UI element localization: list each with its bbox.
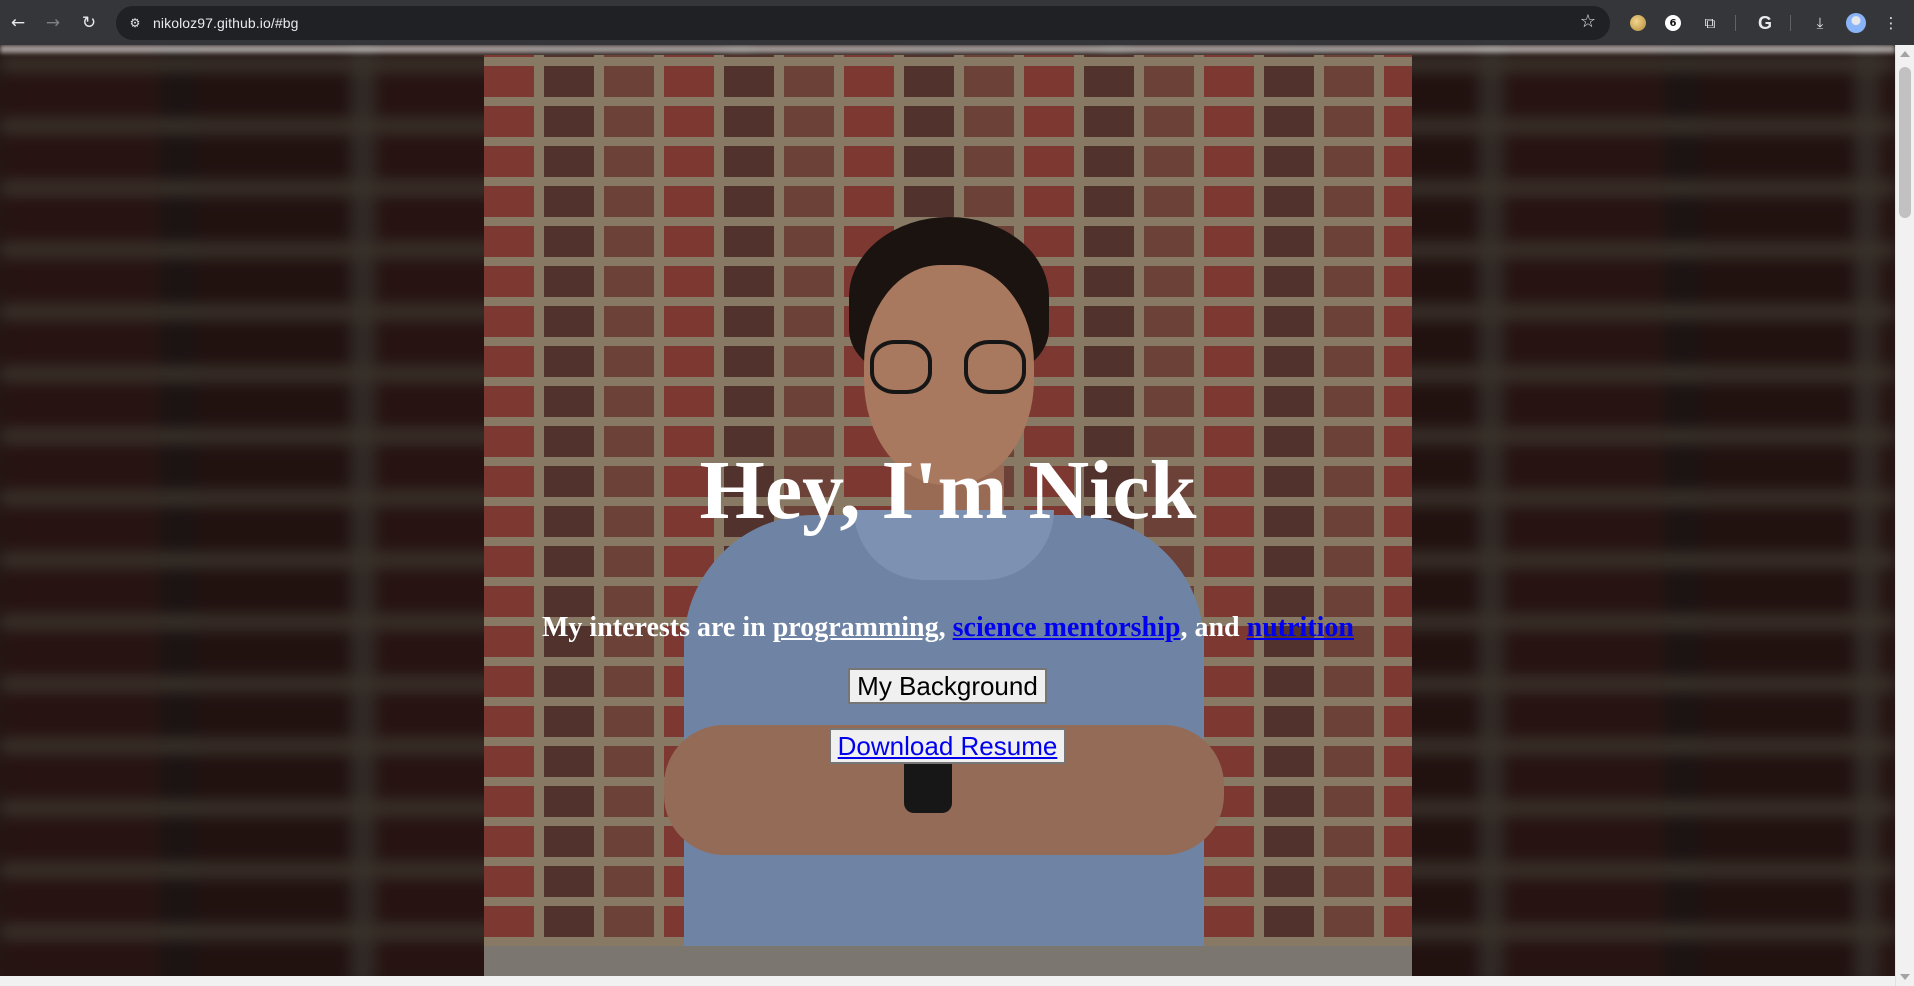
nutrition-link[interactable]: nutrition: [1247, 612, 1354, 643]
hero-title: Hey, I'm Nick: [699, 444, 1197, 537]
url-text[interactable]: nikoloz97.github.io/#bg: [153, 15, 299, 31]
my-background-button[interactable]: My Background: [848, 668, 1047, 704]
programming-link[interactable]: programming: [773, 612, 939, 643]
page-viewport: Hey, I'm Nick My interests are in progra…: [0, 45, 1914, 986]
scrollbar-thumb[interactable]: [1899, 67, 1911, 218]
tagline-separator: , and: [1180, 612, 1247, 643]
reload-icon[interactable]: ↻: [74, 8, 104, 38]
downloads-icon[interactable]: ⤓: [1807, 10, 1833, 36]
tagline-prefix: My interests are in: [542, 612, 773, 643]
tagline-separator: ,: [938, 612, 953, 643]
extensions-puzzle-icon[interactable]: ⧉: [1697, 10, 1723, 36]
toolbar-separator: [1790, 15, 1791, 31]
address-bar[interactable]: ⚙ nikoloz97.github.io/#bg ☆: [116, 6, 1610, 40]
download-resume-button[interactable]: Download Resume: [829, 728, 1066, 764]
science-mentorship-link[interactable]: science mentorship: [953, 612, 1181, 643]
extension-1-icon[interactable]: [1625, 10, 1651, 36]
scroll-down-arrow-icon[interactable]: [1900, 974, 1910, 980]
forward-icon[interactable]: →: [38, 8, 68, 38]
site-info-icon[interactable]: ⚙: [123, 11, 147, 35]
browser-toolbar: ← → ↻ ⚙ nikoloz97.github.io/#bg ☆ 6 ⧉ G …: [0, 0, 1914, 45]
extension-2-icon[interactable]: 6: [1660, 10, 1686, 36]
kebab-menu-icon[interactable]: ⋮: [1878, 10, 1904, 36]
profile-avatar-icon[interactable]: [1843, 10, 1869, 36]
back-icon[interactable]: ←: [3, 8, 33, 38]
interests-tagline: My interests are in programming, science…: [484, 609, 1412, 647]
toolbar-separator: [1735, 15, 1736, 31]
scroll-up-arrow-icon[interactable]: [1900, 51, 1910, 57]
page-top-edge: [0, 45, 1895, 53]
bookmark-star-icon[interactable]: ☆: [1580, 11, 1596, 32]
vertical-scrollbar[interactable]: [1895, 45, 1914, 986]
download-resume-link[interactable]: Download Resume: [838, 731, 1058, 761]
horizontal-scrollbar[interactable]: [0, 976, 1895, 986]
google-icon[interactable]: G: [1752, 10, 1778, 36]
